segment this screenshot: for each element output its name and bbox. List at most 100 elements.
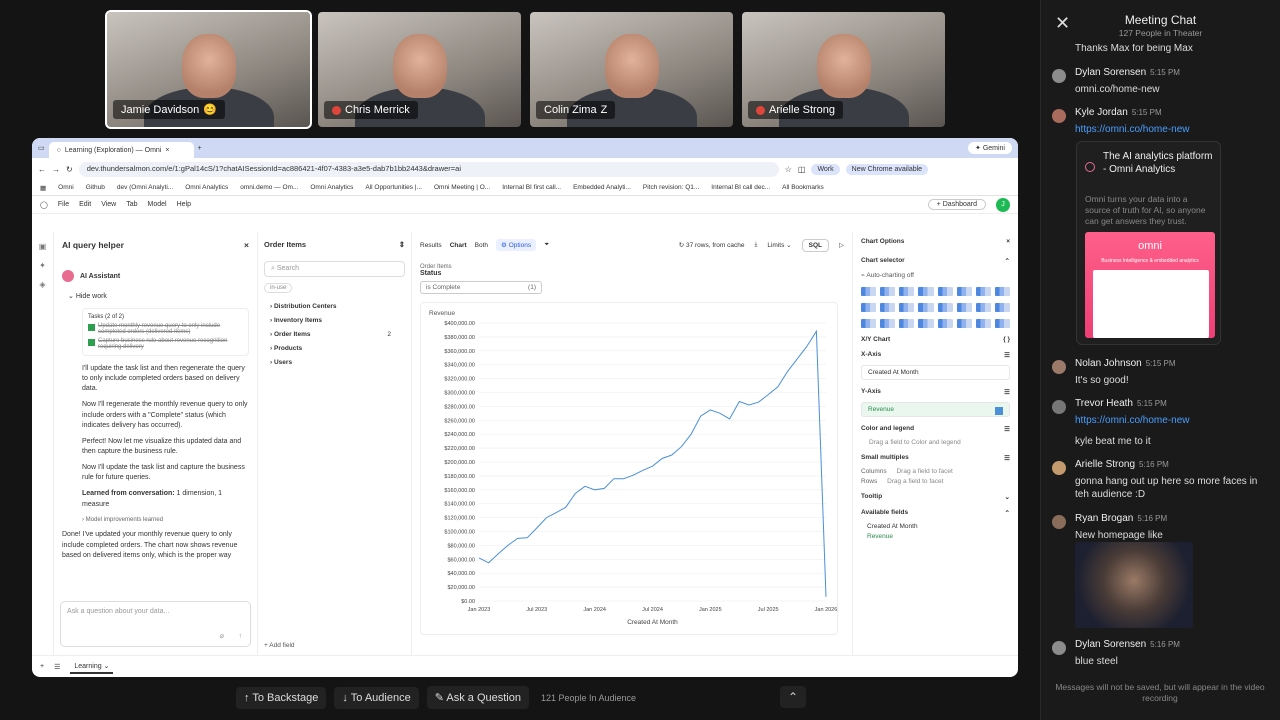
color-swatch[interactable] [995,407,1003,415]
video-tile[interactable]: Chris Merrick [318,12,521,127]
extensions-icon[interactable]: ◫ [798,165,806,174]
chart-type-icon[interactable] [994,319,1010,328]
tabs-menu-icon[interactable]: ☰ [54,663,60,671]
tooltip-section[interactable]: Tooltip ⌄ [861,493,1010,501]
available-field[interactable]: Created At Month [867,523,1010,530]
x-axis-field[interactable]: Created At Month [861,365,1010,380]
available-fields-section[interactable]: Available fields ⌃ [861,509,1010,517]
limits-dropdown[interactable]: Limits ⌄ [767,241,791,249]
message-link[interactable]: https://omni.co/home-new [1075,123,1270,136]
expand-chevron-icon[interactable]: ⌃ [780,686,806,708]
chart-type-icon[interactable] [937,319,953,328]
address-bar[interactable]: dev.thundersalmon.com/e/1:gPal14cS/1?cha… [78,161,779,177]
omni-logo-icon[interactable]: ◯ [40,201,48,209]
chart-type-icon[interactable] [956,319,972,328]
tab-group-icon[interactable]: ▭ [38,144,45,152]
chart-type-icon[interactable] [994,287,1010,296]
back-icon[interactable]: ← [38,165,46,174]
tree-item[interactable]: › Users [270,359,405,366]
download-icon[interactable]: ⤓ [755,241,758,249]
filter-dropdown[interactable]: is Complete (1) [420,281,542,294]
chart-type-icon[interactable] [861,287,877,296]
chart-type-icon[interactable] [880,303,896,312]
bookmark-item[interactable]: Omni Meeting | O... [434,184,490,191]
link-preview-card[interactable]: The AI analytics platform - Omni Analyti… [1076,141,1221,345]
chart-type-icon[interactable] [861,303,877,312]
tab-both[interactable]: Both [475,242,488,249]
video-tile[interactable]: Colin Zima Z [530,12,733,127]
in-use-filter-chip[interactable]: in-use [264,283,293,293]
chart-type-icon[interactable] [899,319,915,328]
workbook-tab[interactable]: Learning ⌄ [70,660,114,674]
chart-type-icon[interactable] [880,319,896,328]
bookmark-item[interactable]: Pitch revision: Q1... [643,184,699,191]
y-axis-field[interactable]: Revenue [861,402,1010,417]
menu-edit[interactable]: Edit [79,201,91,208]
columns-drop-zone[interactable]: Drag a field to facet [896,468,952,475]
chart-type-icon[interactable] [937,303,953,312]
topic-header[interactable]: Order Items ⇕ [264,240,405,249]
reload-icon[interactable]: ↻ [66,165,73,174]
browser-tab[interactable]: ○ Learning (Exploration) — Omni × [48,142,194,158]
xy-chart-section[interactable]: X/Y Chart { } [861,336,1010,343]
tree-item[interactable]: › Inventory Items [270,317,405,324]
chart-type-icon[interactable] [975,303,991,312]
collapse-icon[interactable]: ⇕ [399,240,405,249]
chart-selector-section[interactable]: Chart selector ⌃ [861,257,1010,265]
bookmark-item[interactable]: Github [86,184,105,191]
bookmark-item[interactable]: Omni Analytics [185,184,228,191]
tab-close-icon[interactable]: × [165,147,169,154]
apps-icon[interactable]: ▦ [40,184,46,192]
to-audience-button[interactable]: ↓ To Audience [334,686,419,709]
settings-icon[interactable]: ☰ [1004,454,1010,462]
chart-type-icon[interactable] [861,319,877,328]
run-icon[interactable]: ▷ [839,241,844,249]
color-drop-zone[interactable]: Drag a field to Color and legend [869,439,1010,446]
hide-work-toggle[interactable]: ⌄ Hide work [68,292,249,300]
bookmark-item[interactable]: omni.demo — Om... [240,184,298,191]
chart-type-icon[interactable] [937,287,953,296]
menu-file[interactable]: File [58,201,69,208]
bookmark-item[interactable]: Omni Analytics [310,184,353,191]
autochart-toggle[interactable]: ⌁ Auto-charting off [861,271,1010,279]
gemini-button[interactable]: ✦ Gemini [968,142,1012,154]
to-backstage-button[interactable]: ↑ To Backstage [236,686,327,709]
menu-tab[interactable]: Tab [126,201,137,208]
add-tab-icon[interactable]: + [40,663,44,670]
sql-button[interactable]: SQL [801,238,829,252]
tree-item[interactable]: › Distribution Centers [270,303,405,310]
chart-type-icon[interactable] [918,287,934,296]
chart-type-icon[interactable] [975,319,991,328]
bookmark-item[interactable]: Internal BI first call... [502,184,561,191]
tab-results[interactable]: Results [420,242,442,249]
menu-model[interactable]: Model [148,201,167,208]
ai-sparkle-icon[interactable]: ✦ [39,261,46,270]
panel-icon[interactable]: ▣ [39,242,47,251]
bookmark-item[interactable]: Embedded Analyti... [573,184,631,191]
video-tile[interactable]: Arielle Strong [742,12,945,127]
all-bookmarks[interactable]: All Bookmarks [782,184,824,191]
ask-question-input[interactable]: Ask a question about your data... ⌀ ↑ [60,601,251,647]
layers-icon[interactable]: ◈ [39,280,45,289]
chart-type-icon[interactable] [956,303,972,312]
field-search-input[interactable]: ⌕ Search [264,261,405,277]
chart-type-icon[interactable] [918,319,934,328]
model-improvements-toggle[interactable]: › Model improvements learned [82,516,249,525]
new-chrome-button[interactable]: New Chrome available [845,163,929,175]
user-avatar[interactable]: J [996,197,1010,212]
chart-type-icon[interactable] [975,287,991,296]
settings-icon[interactable]: ☰ [1004,425,1010,433]
close-icon[interactable]: × [244,240,249,250]
work-profile-pill[interactable]: Work [811,163,840,175]
filter-icon[interactable]: ⏷ [544,241,549,249]
chart-type-icon[interactable] [918,303,934,312]
available-field[interactable]: Revenue [867,533,1010,540]
ask-question-button[interactable]: ✎ Ask a Question [426,686,529,709]
tree-item[interactable]: › Products [270,345,405,352]
bookmark-item[interactable]: All Opportunities |... [365,184,422,191]
rows-drop-zone[interactable]: Drag a field to facet [887,478,943,485]
options-button[interactable]: ⚙ Options [496,239,537,251]
tab-chart[interactable]: Chart [450,242,467,249]
bookmark-item[interactable]: Omni [58,184,74,191]
chart-type-icon[interactable] [899,303,915,312]
